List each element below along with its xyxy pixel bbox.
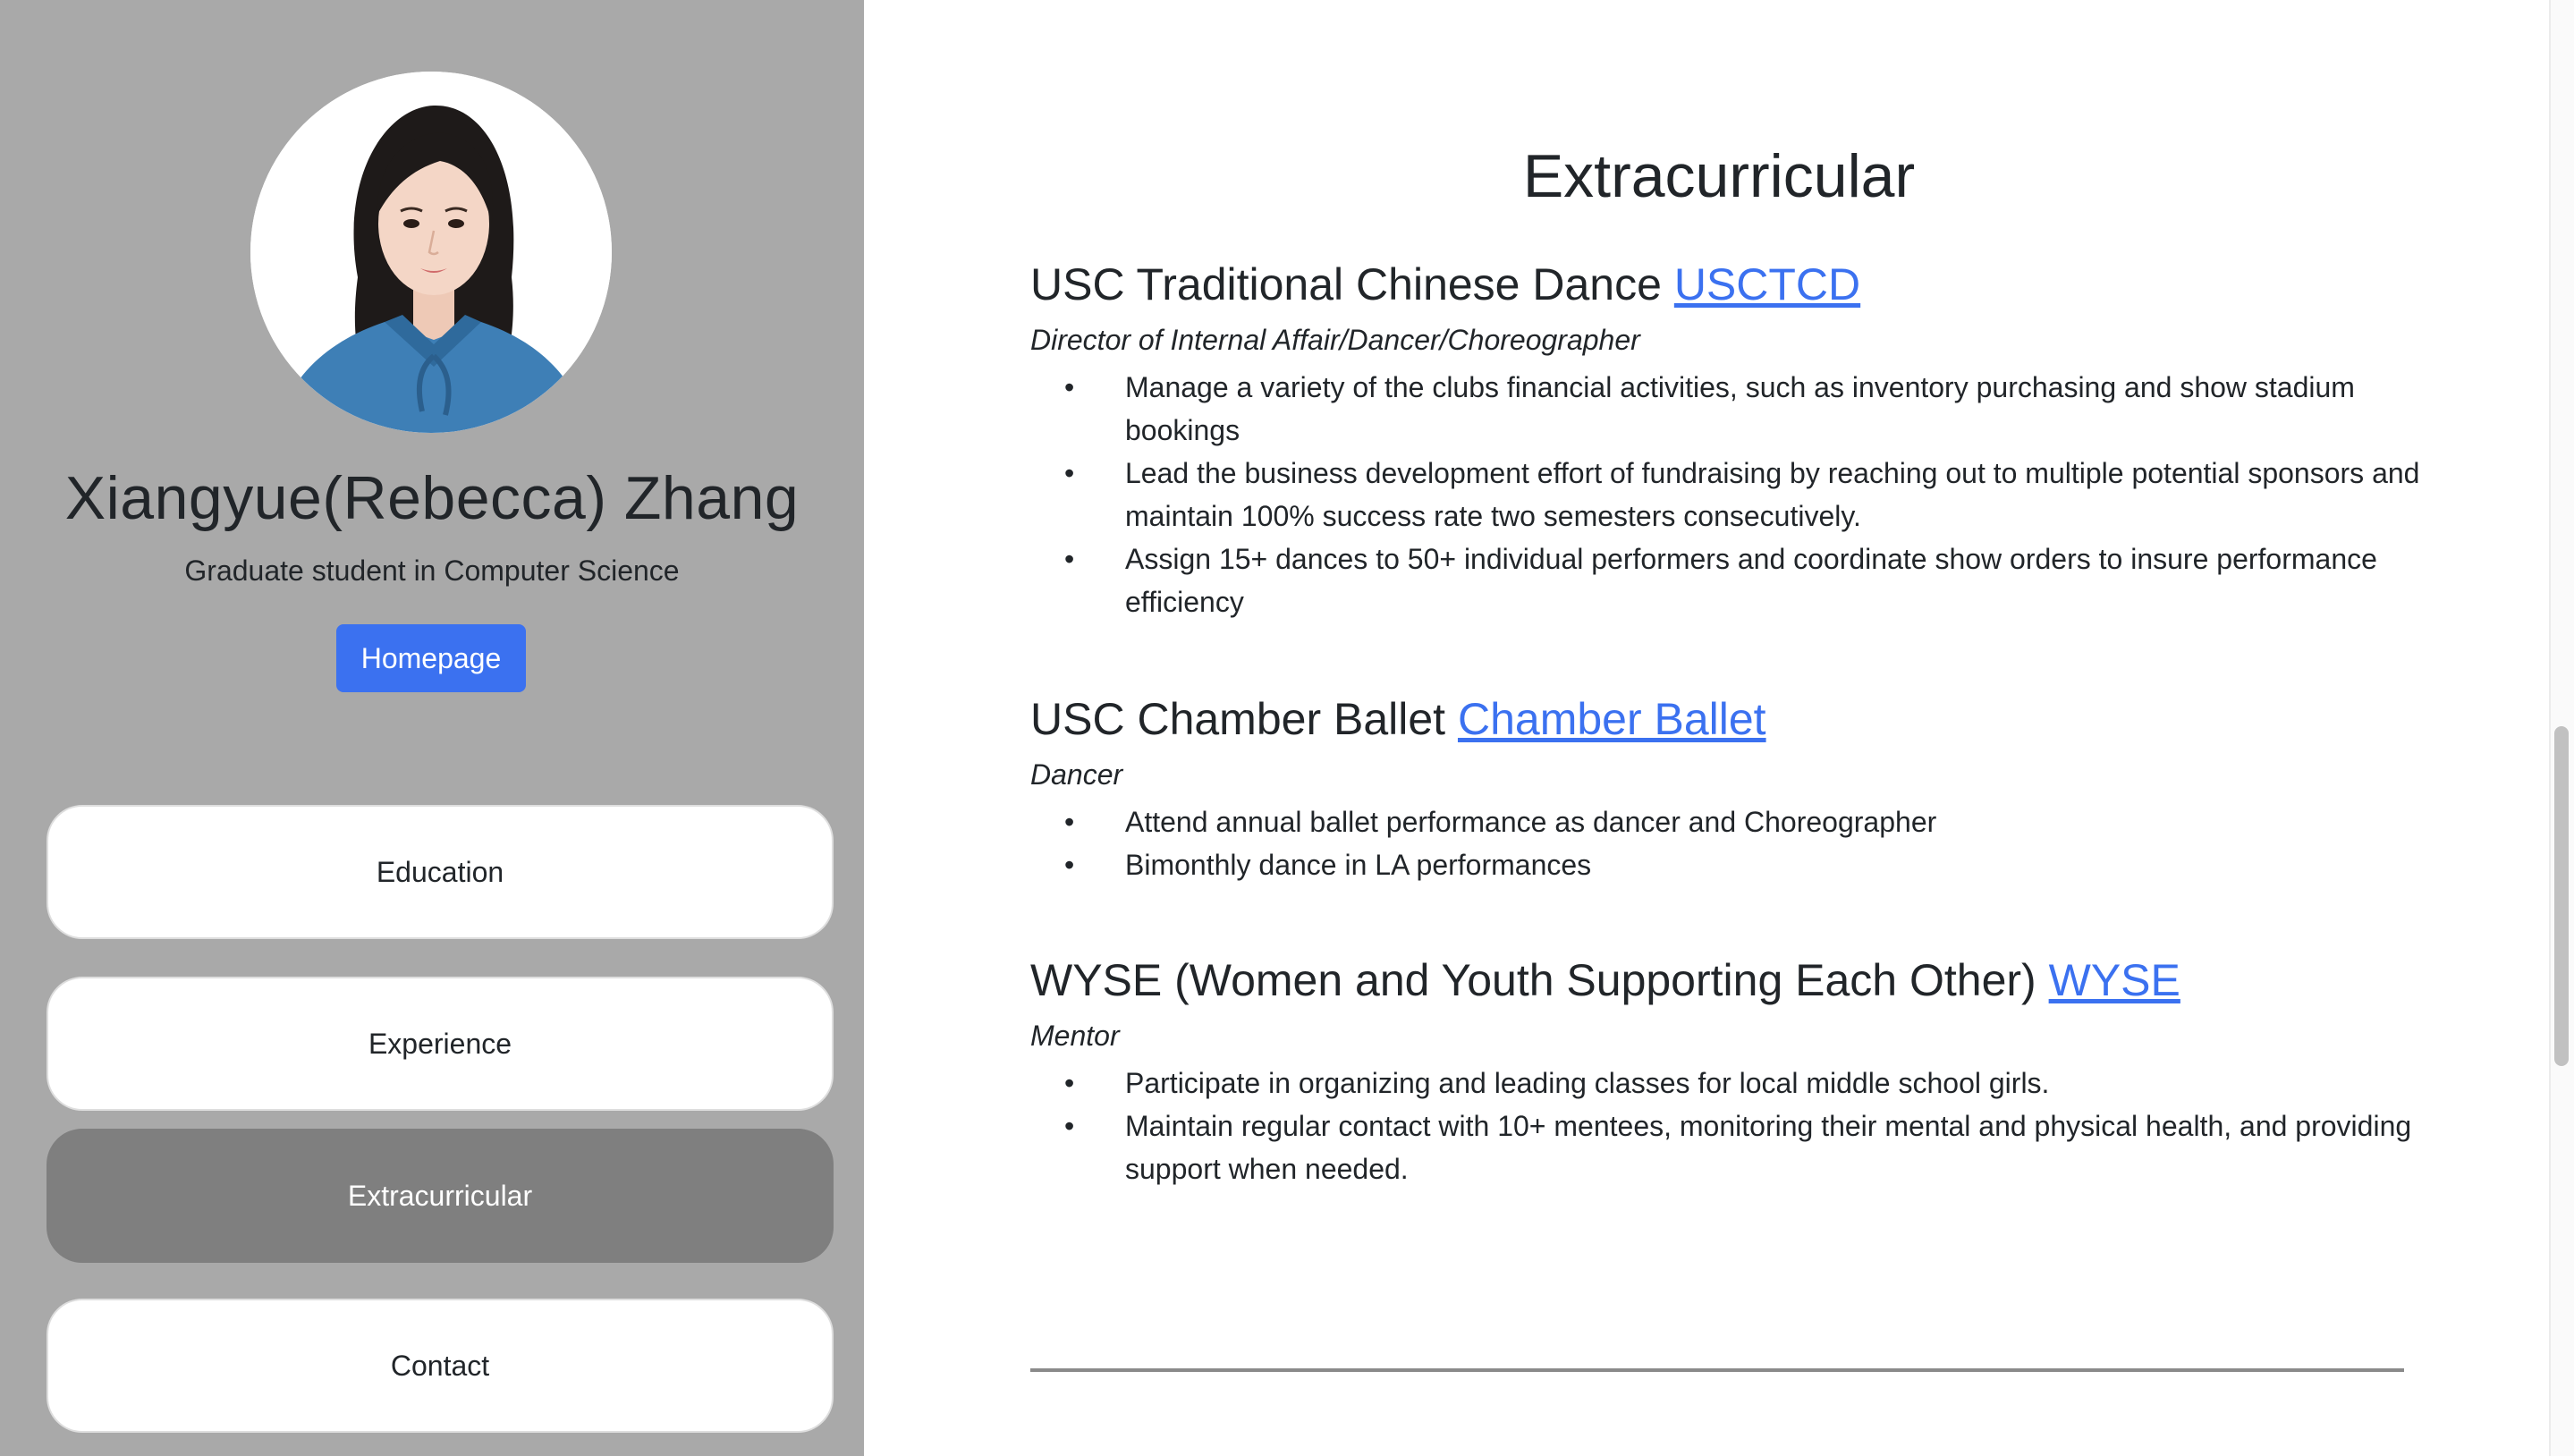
bullet-list: • Participate in organizing and leading c… bbox=[1030, 1062, 2426, 1190]
bullet-list: • Manage a variety of the clubs financial… bbox=[1030, 366, 2426, 623]
section-heading: WYSE (Women and Youth Supporting Each Ot… bbox=[1030, 953, 2426, 1007]
main-content: Extracurricular USC Traditional Chinese … bbox=[864, 0, 2549, 1456]
bullet-icon: • bbox=[1064, 1067, 1075, 1099]
list-item: • Attend annual ballet performance as dan… bbox=[1030, 800, 2426, 843]
section-title: USC Traditional Chinese Dance bbox=[1030, 259, 1662, 309]
section-divider bbox=[1030, 1368, 2404, 1372]
list-item: • Assign 15+ dances to 50+ individual per… bbox=[1030, 538, 2426, 623]
list-item-text: Attend annual ballet performance as danc… bbox=[1125, 806, 1937, 838]
list-item-text: Maintain regular contact with 10+ mentee… bbox=[1125, 1110, 2412, 1185]
nav-experience-button[interactable]: Experience bbox=[47, 977, 834, 1111]
list-item-text: Manage a variety of the clubs financial … bbox=[1125, 371, 2355, 446]
section-role: Director of Internal Affair/Dancer/Chore… bbox=[1030, 324, 1640, 356]
bullet-icon: • bbox=[1064, 806, 1075, 838]
section-heading: USC Chamber Ballet Chamber Ballet bbox=[1030, 692, 2426, 746]
list-item: • Manage a variety of the clubs financial… bbox=[1030, 366, 2426, 452]
list-item: • Maintain regular contact with 10+ mente… bbox=[1030, 1105, 2426, 1190]
section-heading: USC Traditional Chinese Dance USCTCD bbox=[1030, 258, 2426, 311]
list-item: • Lead the business development effort of… bbox=[1030, 452, 2426, 538]
list-item-text: Lead the business development effort of … bbox=[1125, 457, 2420, 532]
section-usc-traditional-chinese-dance: USC Traditional Chinese Dance USCTCD Dir… bbox=[1030, 258, 2426, 623]
bullet-icon: • bbox=[1064, 849, 1075, 881]
nav-contact-button[interactable]: Contact bbox=[47, 1299, 834, 1433]
sidebar: Xiangyue(Rebecca) Zhang Graduate student… bbox=[0, 0, 864, 1456]
bullet-icon: • bbox=[1064, 1110, 1075, 1142]
list-item-text: Assign 15+ dances to 50+ individual perf… bbox=[1125, 543, 2377, 618]
profile-name: Xiangyue(Rebecca) Zhang bbox=[64, 464, 800, 532]
bullet-list: • Attend annual ballet performance as dan… bbox=[1030, 800, 2426, 886]
section-wyse: WYSE (Women and Youth Supporting Each Ot… bbox=[1030, 953, 2426, 1190]
bullet-icon: • bbox=[1064, 543, 1075, 575]
list-item-text: Bimonthly dance in LA performances bbox=[1125, 849, 1592, 881]
profile-subtitle: Graduate student in Computer Science bbox=[184, 554, 680, 587]
scrollbar-thumb[interactable] bbox=[2554, 726, 2569, 1066]
homepage-button[interactable]: Homepage bbox=[336, 624, 526, 692]
list-item: • Bimonthly dance in LA performances bbox=[1030, 843, 2426, 886]
section-title: WYSE (Women and Youth Supporting Each Ot… bbox=[1030, 955, 2036, 1005]
bullet-icon: • bbox=[1064, 457, 1075, 489]
section-role: Mentor bbox=[1030, 1020, 1120, 1052]
section-usc-chamber-ballet: USC Chamber Ballet Chamber Ballet Dancer… bbox=[1030, 692, 2426, 886]
section-title: USC Chamber Ballet bbox=[1030, 694, 1446, 744]
list-item: • Participate in organizing and leading c… bbox=[1030, 1062, 2426, 1105]
wyse-link[interactable]: WYSE bbox=[2049, 955, 2180, 1005]
nav-education-button[interactable]: Education bbox=[47, 805, 834, 939]
bullet-icon: • bbox=[1064, 371, 1075, 403]
profile-photo bbox=[250, 72, 612, 433]
profile-photo-illustration bbox=[250, 72, 612, 433]
nav-extracurricular-button[interactable]: Extracurricular bbox=[47, 1129, 834, 1263]
page-title: Extracurricular bbox=[1522, 142, 1916, 210]
section-role: Dancer bbox=[1030, 758, 1123, 791]
list-item-text: Participate in organizing and leading cl… bbox=[1125, 1067, 2050, 1099]
usctcd-link[interactable]: USCTCD bbox=[1674, 259, 1860, 309]
chamber-ballet-link[interactable]: Chamber Ballet bbox=[1458, 694, 1766, 744]
